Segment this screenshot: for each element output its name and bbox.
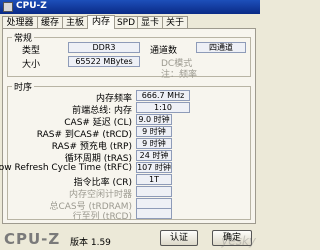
timing-value-cas: 9.0 时钟 [136,114,172,125]
title-bar: CPU-Z [0,0,260,14]
tab-cache[interactable]: 缓存 [37,16,63,28]
tab-processor[interactable]: 处理器 [2,16,38,28]
footer-bar: CPU-Z 版本 1.59 认证 确定 yesky [0,226,260,250]
tab-strip: 处理器 缓存 主板 内存 SPD 显卡 关于 [2,15,258,29]
timing-value-trfc: 107 时钟 [136,162,172,173]
tab-spd[interactable]: SPD [114,16,138,28]
type-label: 类型 [22,46,41,56]
channels-label: 通道数 [150,46,178,56]
timings-group-title: 时序 [12,80,35,93]
window-title: CPU-Z [16,1,47,11]
channels-value: 四通道 [196,42,246,53]
timing-value-fsb-dram: 1:10 [136,102,190,113]
timing-value-tras: 24 时钟 [136,150,172,161]
timing-value-cr: 1T [136,174,172,185]
tab-memory[interactable]: 内存 [87,15,115,29]
timing-value-trp: 9 时钟 [136,138,172,149]
timing-label-trfc: Row Refresh Cycle Time (tRFC) [0,163,132,173]
tab-about[interactable]: 关于 [162,16,188,28]
cpuz-window: CPU-Z 处理器 缓存 主板 内存 SPD 显卡 关于 常规 类型 DDR3 … [0,0,260,250]
tab-graphics[interactable]: 显卡 [137,16,163,28]
size-value: 65522 MBytes [68,56,140,67]
type-value: DDR3 [68,42,140,53]
timing-value-dram-freq: 666.7 MHz [136,90,190,101]
timing-value-trcd: 9 时钟 [136,126,172,137]
size-label: 大小 [22,60,41,70]
nb-freq-label: 注：频率 [161,70,198,80]
brand-logo: CPU-Z [4,230,61,248]
tab-mainboard[interactable]: 主板 [62,16,88,28]
timing-value-row-to-col [136,208,172,219]
watermark-text: yesky [221,234,256,248]
app-icon [3,2,13,12]
validate-button[interactable]: 认证 [160,230,198,246]
memory-panel: 常规 类型 DDR3 大小 65522 MBytes 通道数 四通道 DC模式 … [0,28,256,224]
timing-value-idle-timer [136,186,172,197]
version-label: 版本 1.59 [70,238,111,248]
timing-label-row-to-col: 行至列 (tRCD) [72,212,132,222]
timings-group: 时序 内存频率 666.7 MHz 前端总线: 内存 1:10 CAS# 延迟 … [0,80,251,222]
general-group: 常规 类型 DDR3 大小 65522 MBytes 通道数 四通道 DC模式 … [7,31,251,80]
